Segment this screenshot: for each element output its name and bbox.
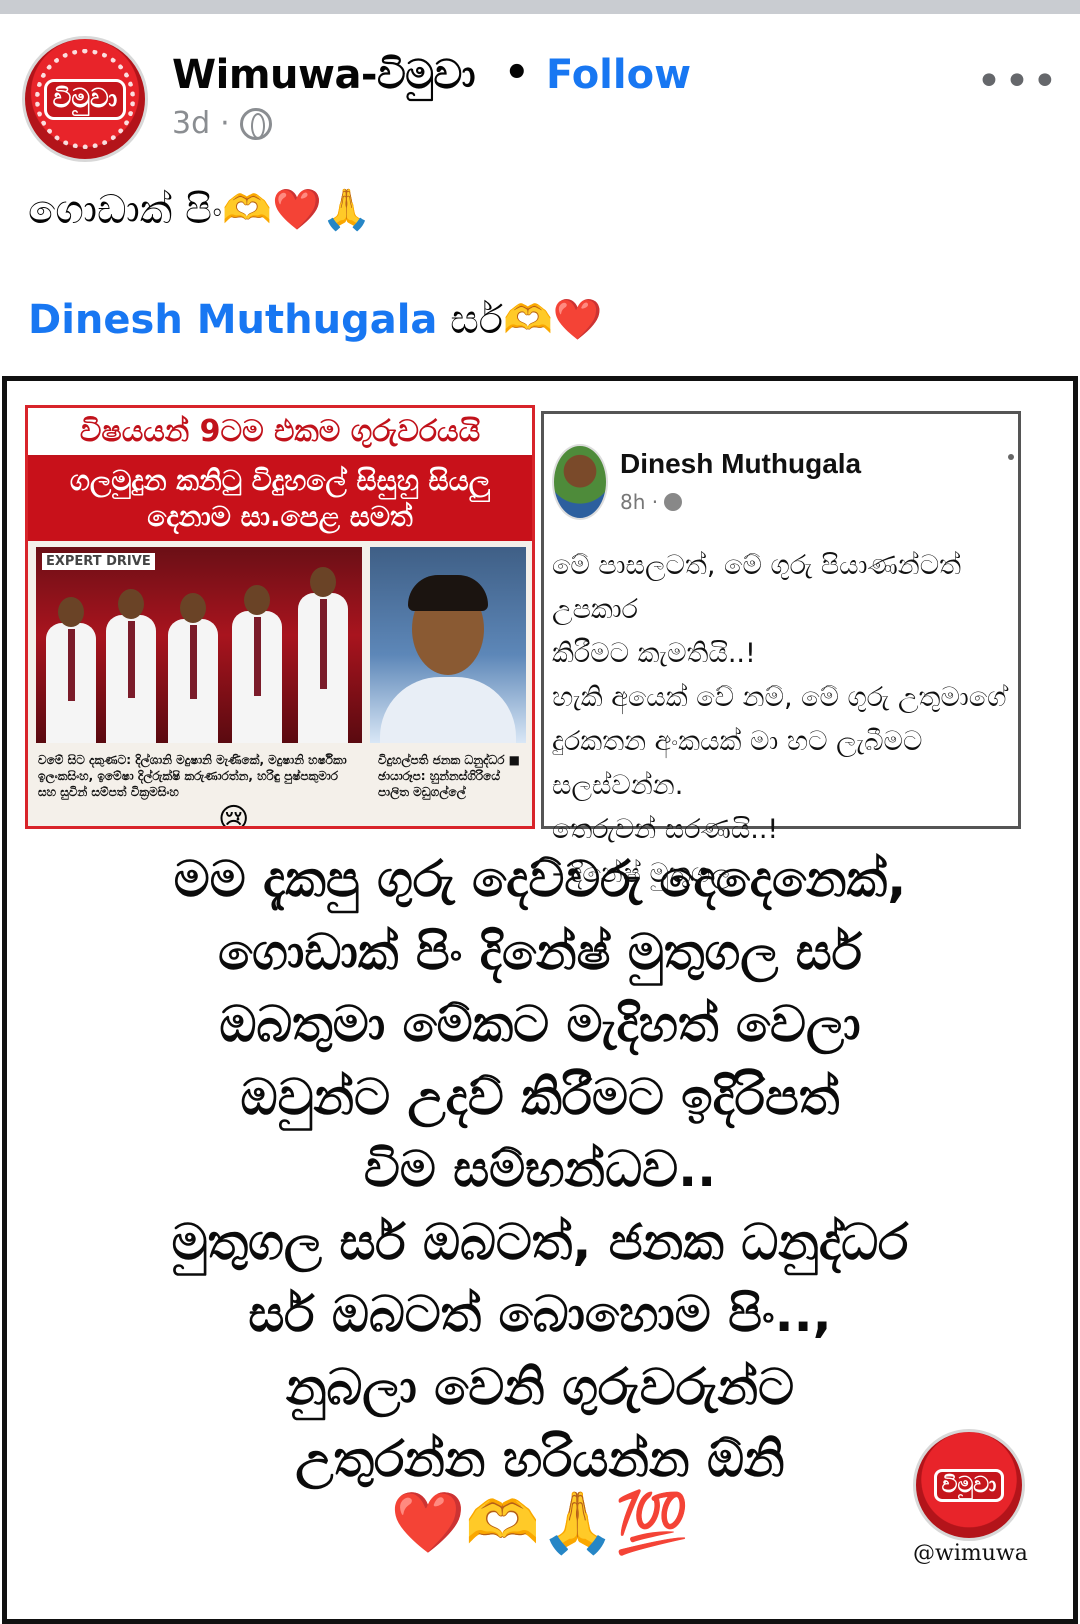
brand-label: EXPERT DRIVE <box>42 553 155 570</box>
header-separator: • <box>504 50 530 96</box>
watermark-logo: විමුවා <box>913 1429 1025 1541</box>
quote-line: නුබලා වෙනි ගුරුවරුන්ට <box>285 1357 795 1416</box>
meta-separator: · <box>220 106 230 141</box>
quote-line: විම සම්භන්ධව.. <box>363 1140 717 1198</box>
more-options-icon <box>1008 454 1014 460</box>
follow-button[interactable]: Follow <box>546 52 691 98</box>
students-photo: EXPERT DRIVE <box>36 547 362 743</box>
principal-photo <box>370 547 526 743</box>
caption-suffix: සර්🫶❤️ <box>437 297 603 343</box>
news-caption-right: විදුහල්පති ජනක ධනුද්ධර ■ ඡායාරූප: හුන්නස… <box>378 753 521 799</box>
avatar-logo-text: විමුවා <box>43 78 127 120</box>
page-name-link[interactable]: Wimuwa-විමුවා <box>172 52 475 98</box>
quote-line: ගොඩාක් පිං දිනේෂ් මුතුගල සර් <box>218 922 862 981</box>
student-figure <box>46 597 96 743</box>
page-avatar[interactable]: විමුවා <box>22 36 148 162</box>
student-figure <box>232 585 282 743</box>
newspaper-clipping: විෂයයන් 9ටම එකම ගුරුවරයයි ගලමුදුන කනිටු … <box>25 405 535 829</box>
quote-line: සර් ඔබටත් බොහොම පිං.., <box>248 1285 832 1343</box>
fb-avatar <box>552 444 608 520</box>
quote-line: ඔබතුමා මේකට මැදිහත් වෙලා <box>219 995 861 1053</box>
watermark-handle: @wimuwa <box>913 1541 1028 1566</box>
fb-post-screenshot: Dinesh Muthugala 8h · මේ පාසලටත්, මේ ගුර… <box>541 411 1021 889</box>
watermark-logo-text: විමුවා <box>933 1468 1005 1502</box>
news-caption-left: වමේ සිට දකුණට: දිල්ශානි මදුෂානි මැණිකේ, … <box>38 753 347 799</box>
post-age[interactable]: 3d <box>172 106 210 141</box>
fb-text-line: කිරීමට කැමතියි..! <box>552 638 756 669</box>
principal-hair <box>408 575 488 611</box>
post-meta: 3d · <box>172 106 272 141</box>
principal-shirt <box>380 677 516 743</box>
fb-text-line: දුරකතන අංකයක් මා හට ලැබීමට සලස්වන්න. <box>552 726 923 801</box>
post-caption-line2: Dinesh Muthugala සර්🫶❤️ <box>28 296 603 343</box>
news-subheadline: ගලමුදුන කනිටු විදුහලේ සිසුහු සියලු දෙනාම… <box>28 457 532 541</box>
news-headline: විෂයයන් 9ටම එකම ගුරුවරයයි <box>28 408 532 457</box>
student-figure <box>168 593 218 743</box>
fb-time-text: 8h · <box>620 490 659 514</box>
fb-text-line: හැකි අයෙක් වේ නම්, මේ ගුරු උතුමාගේ <box>552 682 1007 713</box>
globe-icon <box>664 493 683 511</box>
student-figure <box>106 589 156 743</box>
news-photos: EXPERT DRIVE <box>28 547 532 743</box>
top-divider <box>0 0 1080 14</box>
quote-text: මම දැකපු ගුරු දෙව්වරු දෙදෙනෙක්, ගොඩාක් ප… <box>7 843 1073 1496</box>
post-image[interactable]: විෂයයන් 9ටම එකම ගුරුවරයයි ගලමුදුන කනිටු … <box>2 376 1078 1624</box>
crying-emoji-icon: 😢 <box>218 802 250 829</box>
fb-post-time: 8h · <box>620 490 683 514</box>
quote-line: මුතුගල සර් ඔබටත්, ජනක ධනුද්ධර <box>171 1212 909 1271</box>
fb-text-line: මේ පාසලටත්, මේ ගුරු පියාණන්ටත් උපකාර <box>552 550 962 625</box>
quote-line: ඔවුන්ට උදව් කිරීමට ඉදිරිපත් <box>240 1067 840 1126</box>
quote-line: මම දැකපු ගුරු දෙව්වරු දෙදෙනෙක්, <box>173 850 907 908</box>
mention-link[interactable]: Dinesh Muthugala <box>28 297 437 343</box>
post-caption-line1: ගොඩාක් පිං🫶❤️🙏 <box>28 187 372 233</box>
more-options-icon[interactable]: ••• <box>976 56 1060 107</box>
fb-author-name: Dinesh Muthugala <box>620 448 862 479</box>
globe-icon <box>239 107 272 140</box>
student-figure <box>298 567 348 743</box>
